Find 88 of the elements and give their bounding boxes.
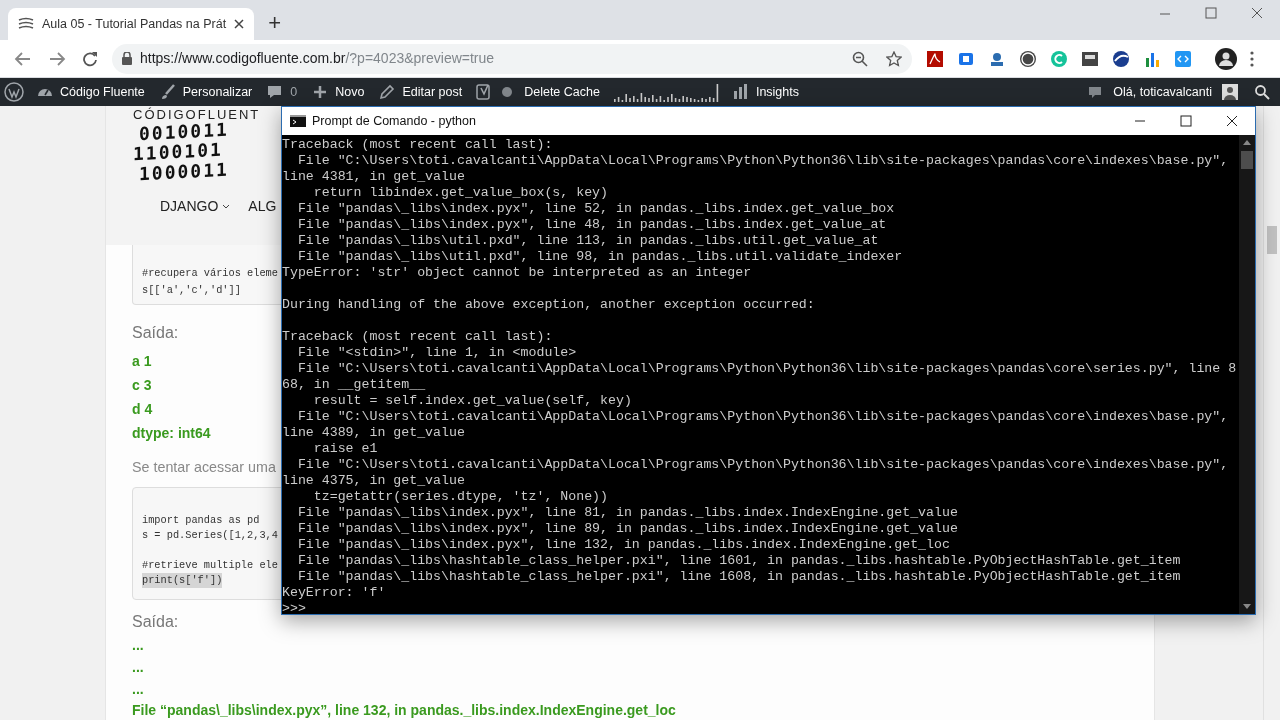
output-line: dtype: int64	[132, 424, 211, 443]
site-icon	[18, 17, 34, 31]
console-line: File "C:\Users\toti.cavalcanti\AppData\Local\Programs\Python\Python36\lib\site-packages\pandas\core\indexes\base.py",	[296, 457, 1229, 473]
close-icon[interactable]	[234, 19, 245, 29]
browser-tab[interactable]: Aula 05 - Tutorial Pandas na Prát	[8, 8, 255, 40]
console-line: File "pandas\_libs\index.pyx", line 52, in pandas._libs.index.get_value_box	[296, 201, 895, 217]
console-line: File "pandas\_libs\index.pyx", line 89, in pandas._libs.index.IndexEngine.get_value	[296, 521, 958, 537]
zoom-icon[interactable]	[852, 50, 868, 67]
paragraph: Se tentar acessar uma	[132, 458, 276, 477]
logo-title: CÓDIGOFLUENT	[133, 108, 261, 122]
console-line: File "pandas\_libs\hashtable_class_helper.pxi", line 1601, in pandas._libs.hashtable.PyObjectHashTable.get_item	[296, 553, 1181, 569]
scrollbar-thumb[interactable]	[1267, 226, 1277, 254]
output-line: File “pandas\_libs\index.pyx”, line 132, in pandas._libs.index.IndexEngine.get_loc	[132, 702, 676, 718]
console-line: line 4381, in get_value	[282, 169, 465, 185]
console-line: 68, in __getitem__	[282, 377, 426, 393]
output-line: a 1	[132, 352, 152, 371]
output-label: Saída:	[132, 612, 179, 632]
console-line: raise e1	[312, 441, 378, 457]
console-line: KeyError: 'f'	[282, 585, 386, 601]
console-line: result = self.index.get_value(self, key)	[312, 393, 632, 409]
address-field[interactable]: https://www.codigofluente.com.br/?p=4023&preview=true	[112, 43, 912, 74]
admin-bar-link[interactable]: Personalizar	[182, 82, 253, 102]
console-line: File "pandas\_libs\index.pyx", line 48, in pandas._libs.index.get_value_at	[296, 217, 887, 233]
output-label: Saída:	[132, 323, 179, 343]
code-line: s = pd.Series([1,2,3,4	[142, 528, 278, 543]
url-text: https://www.codigofluente.com.br/?p=4023&preview=true	[140, 49, 496, 68]
scroll-up-icon[interactable]	[1243, 139, 1251, 145]
extension-icon[interactable]	[1112, 49, 1130, 68]
console-line: File "pandas\_libs\util.pxd", line 113, in pandas._libs.util.get_value_at	[296, 233, 879, 249]
code-line: #retrieve multiple ele	[142, 558, 278, 573]
code-icon[interactable]	[1174, 49, 1192, 68]
logo-digits: 1000011	[139, 159, 229, 185]
extension-icon[interactable]	[1081, 49, 1099, 68]
nav-link[interactable]: DJANGO	[160, 196, 219, 217]
avatar-icon	[1222, 84, 1238, 100]
console-line: >>>	[282, 601, 306, 614]
window-title: Prompt de Comando - python	[312, 112, 476, 130]
code-line: import pandas as pd	[142, 513, 260, 528]
output-line: c 3	[132, 376, 152, 395]
output-line: ...	[132, 680, 144, 699]
avatar-icon[interactable]	[1215, 47, 1237, 70]
console-line: line 4375, in get_value	[282, 473, 465, 489]
console-line: line 4389, in get_value	[282, 425, 465, 441]
console-line: tz=getattr(series.dtype, 'tz', None))	[312, 489, 608, 505]
nav-link[interactable]: ALG	[248, 196, 277, 217]
console-line: Traceback (most recent call last):	[282, 329, 553, 345]
console-line: File "pandas\_libs\util.pxd", line 98, in pandas._libs.util.validate_indexer	[296, 249, 903, 265]
console-line: Traceback (most recent call last):	[282, 137, 553, 153]
menu-icon[interactable]	[1250, 50, 1254, 67]
chevron-down-icon[interactable]	[222, 203, 231, 210]
lock-icon	[122, 52, 132, 65]
admin-bar-link[interactable]: 0	[290, 82, 298, 102]
bar-chart-icon	[731, 83, 750, 101]
scrollbar-thumb[interactable]	[1241, 151, 1253, 169]
console-line: File "pandas\_libs\index.pyx", line 81, in pandas._libs.index.IndexEngine.get_value	[296, 505, 958, 521]
reload-icon[interactable]	[82, 50, 98, 67]
back-icon[interactable]	[14, 50, 32, 67]
console-line: File "C:\Users\toti.cavalcanti\AppData\Local\Programs\Python\Python36\lib\site-packages\pandas\core\series.py", line 8	[296, 361, 1237, 377]
status-dot-icon	[502, 87, 513, 97]
admin-bar-link[interactable]: Novo	[335, 82, 365, 102]
admin-bar-link[interactable]: Insights	[755, 82, 799, 102]
console-line: File "pandas\_libs\index.pyx", line 132, in pandas._libs.index.IndexEngine.get_loc	[296, 537, 950, 553]
console-line: TypeError: 'str' object cannot be interpreted as an integer	[282, 265, 752, 281]
tab-title: Aula 05 - Tutorial Pandas na Prát	[42, 15, 227, 33]
forward-icon[interactable]	[48, 50, 66, 67]
pencil-icon	[378, 83, 397, 101]
console-line: During handling of the above exception, another exception occurred:	[282, 297, 815, 313]
admin-bar-link[interactable]: Editar post	[402, 82, 463, 102]
console-line: File "C:\Users\toti.cavalcanti\AppData\Local\Programs\Python\Python36\lib\site-packages\pandas\core\indexes\base.py",	[296, 409, 1229, 425]
code-line: #recupera vários eleme	[142, 266, 278, 281]
scroll-down-icon[interactable]	[1243, 604, 1251, 610]
admin-bar-link[interactable]: Delete Cache	[524, 82, 600, 102]
search-icon[interactable]	[1254, 84, 1270, 100]
pdf-icon[interactable]	[926, 49, 944, 68]
console-line: File "pandas\_libs\hashtable_class_helper.pxi", line 1608, in pandas._libs.hashtable.PyObjectHashTable.get_item	[296, 569, 1181, 585]
new-tab-button[interactable]: +	[268, 12, 281, 34]
star-icon[interactable]	[886, 50, 902, 67]
output-line: d 4	[132, 400, 153, 419]
console-line: return libindex.get_value_box(s, key)	[312, 185, 608, 201]
user-greeting[interactable]: Olá, toticavalcanti	[1113, 82, 1212, 102]
notification-icon[interactable]	[1087, 84, 1104, 100]
console-line: File "<stdin>", line 1, in <module>	[296, 345, 577, 361]
console-line: File "C:\Users\toti.cavalcanti\AppData\Local\Programs\Python\Python36\lib\site-packages\pandas\core\indexes\base.py",	[296, 153, 1229, 169]
code-line: s[['a','c','d']]	[142, 283, 241, 298]
terminal-icon	[290, 115, 306, 127]
output-line: ...	[132, 636, 144, 655]
output-line: ...	[132, 658, 144, 677]
admin-bar-link[interactable]: Código Fluente	[60, 82, 145, 102]
